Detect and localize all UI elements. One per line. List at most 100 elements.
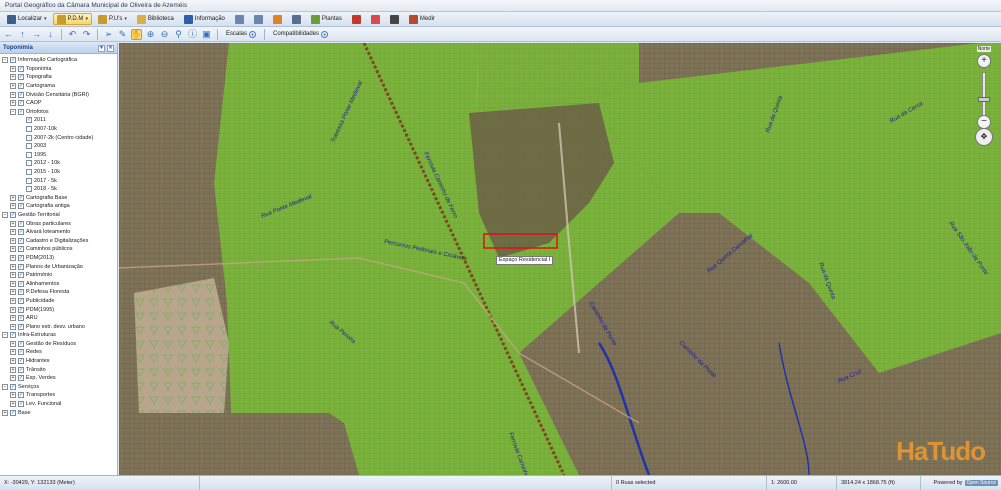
expand-toggle-icon[interactable]: + bbox=[10, 297, 16, 304]
layer-tree-item[interactable]: + ✓ Hidrantes bbox=[2, 357, 117, 366]
layer-checkbox[interactable]: ✓ bbox=[18, 108, 24, 115]
layer-tree-item[interactable]: 2012 - 10k bbox=[2, 159, 117, 168]
layer-checkbox[interactable]: ✓ bbox=[18, 194, 24, 201]
menu-p-u-s[interactable]: P.U's ▾ bbox=[94, 13, 131, 25]
layer-tree-item[interactable]: + ✓ Esp. Verdes bbox=[2, 374, 117, 383]
layer-checkbox[interactable]: ✓ bbox=[18, 375, 24, 382]
expand-toggle-icon[interactable]: + bbox=[10, 272, 16, 279]
expand-toggle-icon[interactable]: + bbox=[10, 229, 16, 236]
menu-medir[interactable]: Medir bbox=[405, 13, 439, 25]
layer-tree-item[interactable]: + ✓ Alvará loteamento bbox=[2, 228, 117, 237]
layer-tree-item[interactable]: − ✓ Serviços bbox=[2, 383, 117, 392]
expand-toggle-icon[interactable]: + bbox=[10, 349, 16, 356]
layer-checkbox[interactable]: ✓ bbox=[18, 91, 24, 98]
zoom-search-icon[interactable]: ⚲ bbox=[173, 29, 184, 40]
zoom-minus-icon[interactable]: − bbox=[977, 115, 991, 129]
layer-checkbox[interactable]: ✓ bbox=[18, 220, 24, 227]
expand-toggle-icon[interactable]: + bbox=[10, 340, 16, 347]
layer-tree-item[interactable]: + ✓ Base bbox=[2, 408, 117, 417]
menu-informa-o[interactable]: Informação bbox=[180, 13, 229, 25]
close-icon[interactable]: ✕ bbox=[107, 44, 114, 52]
layer-checkbox[interactable]: ✓ bbox=[18, 323, 24, 330]
tools-icon[interactable] bbox=[386, 13, 403, 25]
layer-tree-item[interactable]: + ✓ Topografia bbox=[2, 73, 117, 82]
expand-toggle-icon[interactable]: + bbox=[10, 237, 16, 244]
forward-arrow-icon[interactable]: → bbox=[31, 29, 42, 40]
menu-biblioteca[interactable]: Biblioteca bbox=[133, 13, 178, 25]
print-icon[interactable] bbox=[231, 13, 248, 25]
layer-tree-item[interactable]: + ✓ Gestão de Resíduos bbox=[2, 340, 117, 349]
expand-toggle-icon[interactable]: + bbox=[10, 65, 16, 72]
expand-toggle-icon[interactable]: − bbox=[2, 383, 8, 390]
expand-toggle-icon[interactable]: − bbox=[2, 211, 8, 218]
layer-tree-item[interactable]: ✓ 2011 bbox=[2, 116, 117, 125]
zoom-in-icon[interactable]: ⊕ bbox=[145, 29, 156, 40]
layer-tree-item[interactable]: + ✓ Divisão Censitária (BGRI) bbox=[2, 90, 117, 99]
menu-p-d-m[interactable]: P.D.M ▾ bbox=[52, 13, 92, 25]
menu-localizar[interactable]: Localizar ▾ bbox=[3, 13, 51, 25]
identify-icon[interactable]: ⓘ bbox=[187, 29, 198, 40]
layer-tree-item[interactable]: + ✓ Cadastro e Digitalizações bbox=[2, 236, 117, 245]
layer-checkbox[interactable]: ✓ bbox=[18, 237, 24, 244]
zoom-previous-icon[interactable]: ↶ bbox=[67, 29, 78, 40]
pin-icon[interactable] bbox=[269, 13, 286, 25]
map-view[interactable]: Percursos Pedonais e Cicláveis Rua Ponte … bbox=[119, 43, 1001, 475]
layer-checkbox[interactable] bbox=[26, 134, 32, 141]
layer-tree-item[interactable]: + ✓ Alinhamentos bbox=[2, 279, 117, 288]
expand-toggle-icon[interactable]: + bbox=[10, 366, 16, 373]
screen-icon[interactable] bbox=[250, 13, 267, 25]
pan-control-icon[interactable]: ✥ bbox=[975, 128, 993, 146]
layer-checkbox[interactable]: ✓ bbox=[18, 229, 24, 236]
layer-checkbox[interactable] bbox=[26, 151, 32, 158]
layer-checkbox[interactable]: ✓ bbox=[10, 409, 16, 416]
layer-checkbox[interactable]: ✓ bbox=[18, 340, 24, 347]
layer-tree-item[interactable]: + ✓ Cartograma bbox=[2, 82, 117, 91]
layer-tree-item[interactable]: − ✓ Gestão Territorial bbox=[2, 211, 117, 220]
layer-checkbox[interactable]: ✓ bbox=[18, 65, 24, 72]
expand-toggle-icon[interactable]: + bbox=[10, 91, 16, 98]
layer-tree-item[interactable]: 2007-2k (Centro cidade) bbox=[2, 133, 117, 142]
layer-checkbox[interactable]: ✓ bbox=[18, 315, 24, 322]
menu-plantas[interactable]: Plantas bbox=[307, 13, 346, 25]
expand-toggle-icon[interactable]: + bbox=[10, 220, 16, 227]
expand-toggle-icon[interactable]: + bbox=[10, 392, 16, 399]
layer-tree-item[interactable]: 2018 - 5k bbox=[2, 185, 117, 194]
layer-checkbox[interactable]: ✓ bbox=[18, 254, 24, 261]
layer-checkbox[interactable]: ✓ bbox=[10, 57, 16, 64]
layer-tree-item[interactable]: + ✓ Toponímia bbox=[2, 65, 117, 74]
layer-checkbox[interactable]: ✓ bbox=[18, 272, 24, 279]
layer-tree-item[interactable]: + ✓ P.Defesa Floresta bbox=[2, 288, 117, 297]
layer-checkbox[interactable]: ✓ bbox=[18, 280, 24, 287]
layer-checkbox[interactable]: ✓ bbox=[18, 297, 24, 304]
expand-toggle-icon[interactable]: + bbox=[2, 409, 8, 416]
expand-toggle-icon[interactable]: + bbox=[10, 315, 16, 322]
layer-checkbox[interactable]: ✓ bbox=[10, 332, 16, 339]
zoom-next-icon[interactable]: ↷ bbox=[81, 29, 92, 40]
layer-tree-item[interactable]: 2007-10k bbox=[2, 125, 117, 134]
layer-checkbox[interactable]: ✓ bbox=[18, 289, 24, 296]
layer-tree-item[interactable]: + ✓ Obras particulares bbox=[2, 219, 117, 228]
layer-tree-item[interactable]: + ✓ Património bbox=[2, 271, 117, 280]
expand-toggle-icon[interactable]: + bbox=[10, 289, 16, 296]
layer-checkbox[interactable] bbox=[26, 186, 32, 193]
layer-tree-item[interactable]: − ✓ Infra-Estruturas bbox=[2, 331, 117, 340]
full-extent-icon[interactable]: ▣ bbox=[201, 29, 212, 40]
layer-checkbox[interactable]: ✓ bbox=[18, 366, 24, 373]
layer-checkbox[interactable]: ✓ bbox=[18, 306, 24, 313]
layer-tree-item[interactable]: + ✓ Transportes bbox=[2, 391, 117, 400]
zoom-plus-icon[interactable]: + bbox=[977, 54, 991, 68]
expand-toggle-icon[interactable]: − bbox=[2, 57, 8, 64]
layer-checkbox[interactable]: ✓ bbox=[18, 83, 24, 90]
select-pointer-icon[interactable]: ➢ bbox=[103, 29, 114, 40]
chart-icon[interactable] bbox=[348, 13, 365, 25]
expand-toggle-icon[interactable]: + bbox=[10, 358, 16, 365]
pan-hand-icon[interactable]: ✋ bbox=[131, 28, 142, 40]
layer-tree-item[interactable]: + ✓ PDM(2013) bbox=[2, 254, 117, 263]
layer-tree-item[interactable]: + ✓ Trânsito bbox=[2, 365, 117, 374]
map-canvas[interactable]: Percursos Pedonais e CicláveisRua Ponte … bbox=[119, 43, 1001, 475]
layer-tree-item[interactable]: + ✓ Lev. Funcional bbox=[2, 400, 117, 409]
layer-tree-item[interactable]: 2003 bbox=[2, 142, 117, 151]
expand-toggle-icon[interactable]: − bbox=[2, 332, 8, 339]
layer-checkbox[interactable] bbox=[26, 143, 32, 150]
layer-checkbox[interactable]: ✓ bbox=[10, 211, 16, 218]
